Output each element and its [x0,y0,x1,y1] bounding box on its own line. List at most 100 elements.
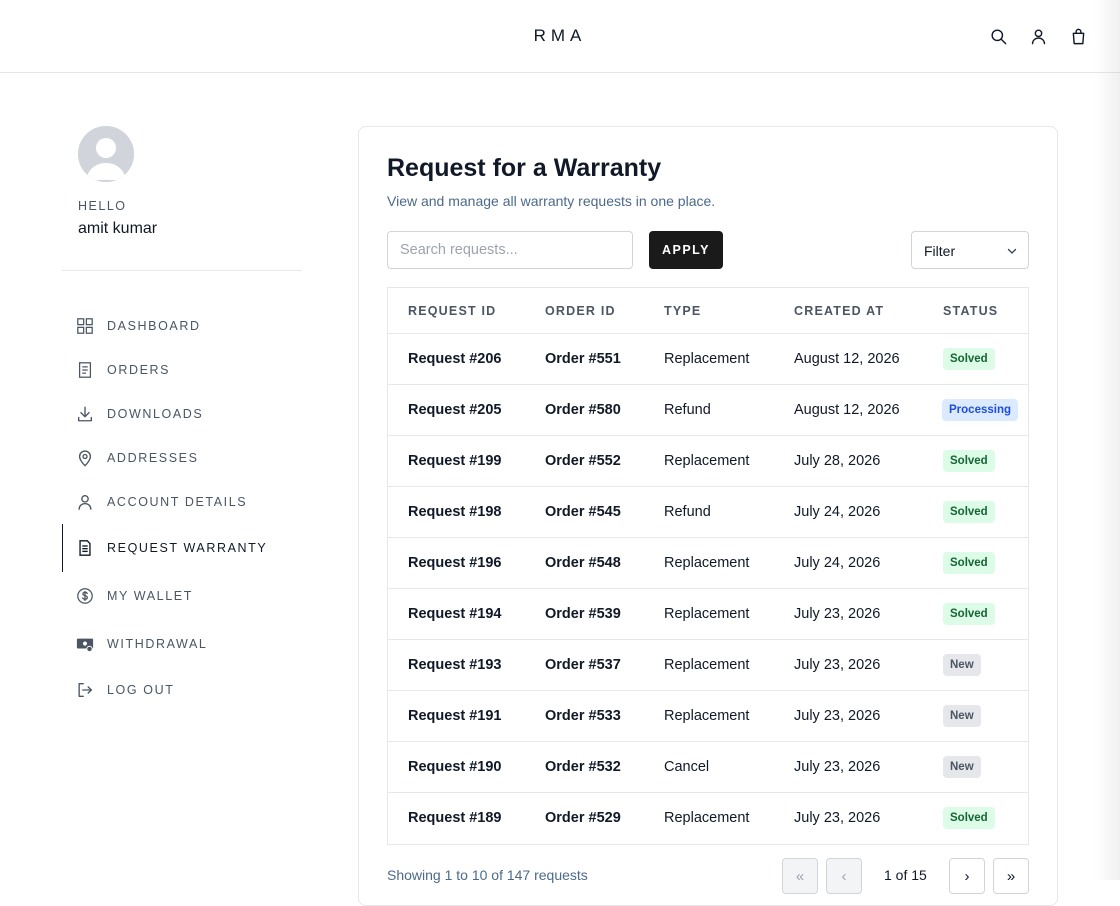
column-header-created-at: CREATED AT [794,304,885,318]
created-at-cell: July 23, 2026 [794,759,881,775]
table-row[interactable]: Request #198 Order #545 Refund July 24, … [388,487,1028,538]
order-id-cell[interactable]: Order #537 [545,657,621,673]
status-badge: Solved [943,450,995,472]
request-id-cell[interactable]: Request #196 [408,555,502,571]
sidebar-item-label: DASHBOARD [107,319,201,333]
warranty-table: REQUEST ID ORDER ID TYPE CREATED AT STAT… [387,287,1029,845]
status-badge: Solved [943,501,995,523]
order-id-cell[interactable]: Order #548 [545,555,621,571]
sidebar-item-log-out[interactable]: LOG OUT [62,666,302,714]
shopping-bag-icon[interactable] [1068,26,1088,46]
type-cell: Refund [664,402,711,418]
request-id-cell[interactable]: Request #193 [408,657,502,673]
created-at-cell: July 24, 2026 [794,504,881,520]
created-at-cell: July 23, 2026 [794,708,881,724]
greeting-text: HELLO [78,199,127,213]
order-id-cell[interactable]: Order #551 [545,351,621,367]
page-edge-shadow [1094,0,1120,880]
created-at-cell: August 12, 2026 [794,351,900,367]
document-icon [76,539,94,557]
user-name: amit kumar [78,220,158,237]
order-id-cell[interactable]: Order #580 [545,402,621,418]
order-id-cell[interactable]: Order #529 [545,810,621,826]
first-page-button[interactable]: « [782,858,818,894]
download-icon [76,405,94,423]
sidebar-item-label: LOG OUT [107,683,175,697]
sidebar-item-label: DOWNLOADS [107,407,204,421]
dashboard-icon [76,317,94,335]
order-id-cell[interactable]: Order #552 [545,453,621,469]
search-input[interactable] [387,231,633,269]
table-row[interactable]: Request #189 Order #529 Replacement July… [388,793,1028,844]
table-row[interactable]: Request #199 Order #552 Replacement July… [388,436,1028,487]
table-row[interactable]: Request #206 Order #551 Replacement Augu… [388,334,1028,385]
page-title: Request for a Warranty [387,154,662,182]
type-cell: Replacement [664,555,750,571]
user-icon[interactable] [1028,26,1048,46]
table-row[interactable]: Request #190 Order #532 Cancel July 23, … [388,742,1028,793]
created-at-cell: July 23, 2026 [794,657,881,673]
orders-icon [76,361,94,379]
user-icon [76,493,94,511]
withdrawal-icon [76,635,94,653]
results-summary: Showing 1 to 10 of 147 requests [387,867,588,883]
table-row[interactable]: Request #191 Order #533 Replacement July… [388,691,1028,742]
previous-page-button[interactable]: ‹ [826,858,862,894]
request-id-cell[interactable]: Request #194 [408,606,502,622]
sidebar-item-my-wallet[interactable]: MY WALLET [62,572,302,620]
request-id-cell[interactable]: Request #191 [408,708,502,724]
request-id-cell[interactable]: Request #205 [408,402,502,418]
sidebar-item-request-warranty[interactable]: REQUEST WARRANTY [62,524,302,572]
logout-icon [76,681,94,699]
page-subtitle: View and manage all warranty requests in… [387,193,716,209]
request-id-cell[interactable]: Request #206 [408,351,502,367]
created-at-cell: August 12, 2026 [794,402,900,418]
created-at-cell: July 23, 2026 [794,810,881,826]
status-badge: New [943,705,981,727]
request-id-cell[interactable]: Request #198 [408,504,502,520]
sidebar-item-account-details[interactable]: ACCOUNT DETAILS [62,478,302,526]
filter-value: Filter [924,243,956,259]
table-row[interactable]: Request #193 Order #537 Replacement July… [388,640,1028,691]
order-id-cell[interactable]: Order #539 [545,606,621,622]
type-cell: Replacement [664,810,750,826]
sidebar-item-label: ORDERS [107,363,171,377]
table-row[interactable]: Request #205 Order #580 Refund August 12… [388,385,1028,436]
sidebar-item-addresses[interactable]: ADDRESSES [62,434,302,482]
type-cell: Replacement [664,606,750,622]
filter-dropdown[interactable]: Filter [911,231,1029,269]
sidebar-item-dashboard[interactable]: DASHBOARD [62,302,302,350]
next-page-button[interactable]: › [949,858,985,894]
table-row[interactable]: Request #196 Order #548 Replacement July… [388,538,1028,589]
type-cell: Replacement [664,708,750,724]
request-id-cell[interactable]: Request #190 [408,759,502,775]
status-badge: New [943,654,981,676]
request-id-cell[interactable]: Request #199 [408,453,502,469]
brand-logo[interactable]: RMA [0,26,1120,46]
sidebar-item-label: MY WALLET [107,589,193,603]
page-indicator: 1 of 15 [884,867,927,883]
column-header-request-id: REQUEST ID [408,304,497,318]
order-id-cell[interactable]: Order #533 [545,708,621,724]
type-cell: Replacement [664,351,750,367]
type-cell: Cancel [664,759,710,775]
apply-button[interactable]: APPLY [649,231,723,269]
table-row[interactable]: Request #194 Order #539 Replacement July… [388,589,1028,640]
sidebar-item-label: WITHDRAWAL [107,637,208,651]
type-cell: Replacement [664,453,750,469]
order-id-cell[interactable]: Order #545 [545,504,621,520]
last-page-button[interactable]: » [993,858,1029,894]
location-pin-icon [76,449,94,467]
table-header: REQUEST ID ORDER ID TYPE CREATED AT STAT… [388,288,1028,334]
search-icon[interactable] [988,26,1008,46]
sidebar-item-withdrawal[interactable]: WITHDRAWAL [62,620,302,668]
request-id-cell[interactable]: Request #189 [408,810,502,826]
status-badge: Solved [943,807,995,829]
sidebar-item-label: ADDRESSES [107,451,199,465]
sidebar-item-downloads[interactable]: DOWNLOADS [62,390,302,438]
column-header-status: STATUS [943,304,999,318]
sidebar-item-orders[interactable]: ORDERS [62,346,302,394]
column-header-order-id: ORDER ID [545,304,616,318]
status-badge: New [943,756,981,778]
order-id-cell[interactable]: Order #532 [545,759,621,775]
